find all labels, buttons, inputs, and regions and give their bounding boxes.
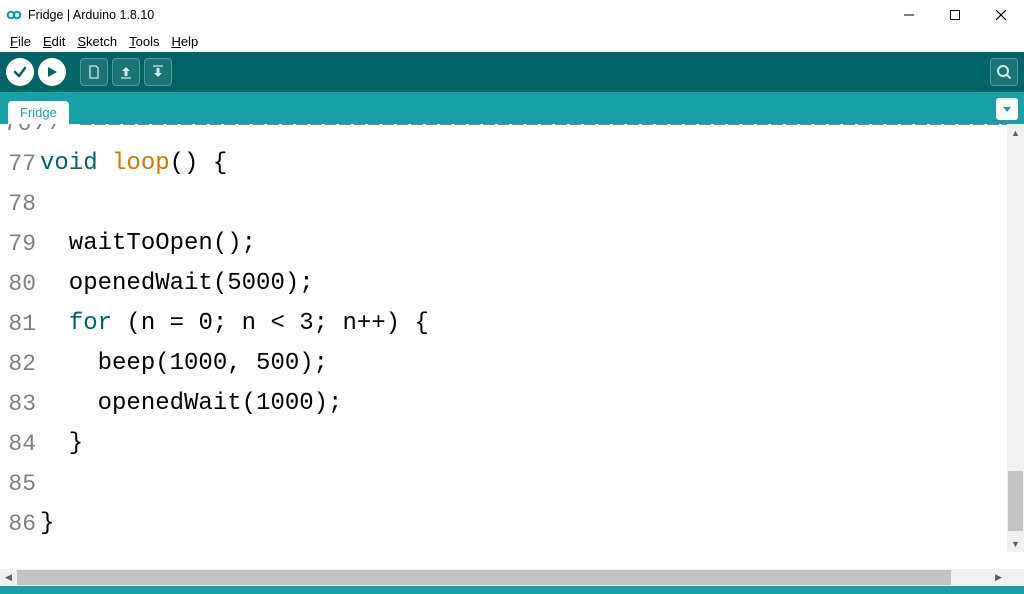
code-line[interactable]: 85 xyxy=(0,464,1024,504)
code-line[interactable]: 81 for (n = 0; n < 3; n++) { xyxy=(0,304,1024,344)
arduino-app-icon xyxy=(6,7,22,23)
upload-button[interactable] xyxy=(38,58,66,86)
menu-help[interactable]: Help xyxy=(165,34,204,49)
save-sketch-button[interactable] xyxy=(144,58,172,86)
code-line[interactable]: 80 openedWait(5000); xyxy=(0,264,1024,304)
scroll-right-button[interactable]: ▶ xyxy=(990,569,1007,586)
code-line[interactable]: 79 waitToOpen(); xyxy=(0,224,1024,264)
scroll-left-button[interactable]: ◀ xyxy=(0,569,17,586)
line-number: 81 xyxy=(0,304,40,344)
menu-edit[interactable]: Edit xyxy=(37,34,71,49)
window-controls xyxy=(886,0,1024,30)
line-number: 76 xyxy=(0,124,35,144)
line-number: 85 xyxy=(0,464,40,504)
tab-fridge[interactable]: Fridge xyxy=(8,101,69,124)
code-text[interactable]: waitToOpen(); xyxy=(40,224,256,264)
line-number: 86 xyxy=(0,504,40,544)
code-line[interactable]: 77void loop() { xyxy=(0,144,1024,184)
titlebar: Fridge | Arduino 1.8.10 xyxy=(0,0,1024,30)
code-text[interactable]: } xyxy=(40,424,83,464)
code-line[interactable]: 83 openedWait(1000); xyxy=(0,384,1024,424)
line-number: 77 xyxy=(0,144,40,184)
line-number: 82 xyxy=(0,344,40,384)
new-sketch-button[interactable] xyxy=(80,58,108,86)
line-number: 80 xyxy=(0,264,40,304)
code-line[interactable]: 82 beep(1000, 500); xyxy=(0,344,1024,384)
menu-sketch[interactable]: Sketch xyxy=(71,34,123,49)
code-line[interactable]: 78 xyxy=(0,184,1024,224)
code-text[interactable]: for (n = 0; n < 3; n++) { xyxy=(40,304,429,344)
tab-strip: Fridge xyxy=(0,92,1024,124)
code-text[interactable]: openedWait(1000); xyxy=(40,384,342,424)
vertical-scroll-thumb[interactable] xyxy=(1008,471,1023,531)
menubar: File Edit Sketch Tools Help xyxy=(0,30,1024,52)
scrollbar-corner xyxy=(1007,569,1024,586)
vertical-scrollbar[interactable]: ▲ ▼ xyxy=(1007,124,1024,552)
line-number: 79 xyxy=(0,224,40,264)
code-text[interactable]: void loop() { xyxy=(40,144,227,184)
toolbar xyxy=(0,52,1024,92)
close-button[interactable] xyxy=(978,0,1024,30)
maximize-button[interactable] xyxy=(932,0,978,30)
code-line[interactable]: 76// ===================================… xyxy=(0,124,1024,144)
code-text[interactable]: openedWait(5000); xyxy=(40,264,314,304)
horizontal-scrollbar[interactable]: ◀ ▶ xyxy=(0,569,1007,586)
menu-tools[interactable]: Tools xyxy=(123,34,165,49)
line-number: 78 xyxy=(0,184,40,224)
open-sketch-button[interactable] xyxy=(112,58,140,86)
scroll-up-button[interactable]: ▲ xyxy=(1007,124,1024,141)
menu-file[interactable]: File xyxy=(4,34,37,49)
code-text[interactable]: } xyxy=(40,504,54,544)
scroll-down-button[interactable]: ▼ xyxy=(1007,535,1024,552)
minimize-button[interactable] xyxy=(886,0,932,30)
code-line[interactable]: 86} xyxy=(0,504,1024,544)
window-title: Fridge | Arduino 1.8.10 xyxy=(28,8,886,22)
line-number: 83 xyxy=(0,384,40,424)
code-text[interactable]: // =====================================… xyxy=(35,124,1024,144)
status-strip xyxy=(0,586,1024,594)
code-text[interactable]: beep(1000, 500); xyxy=(40,344,328,384)
line-number: 84 xyxy=(0,424,40,464)
tab-menu-button[interactable] xyxy=(996,98,1018,120)
serial-monitor-button[interactable] xyxy=(990,58,1018,86)
code-line[interactable]: 84 } xyxy=(0,424,1024,464)
horizontal-scroll-thumb[interactable] xyxy=(17,570,951,585)
code-editor[interactable]: 76// ===================================… xyxy=(0,124,1024,586)
verify-button[interactable] xyxy=(6,58,34,86)
